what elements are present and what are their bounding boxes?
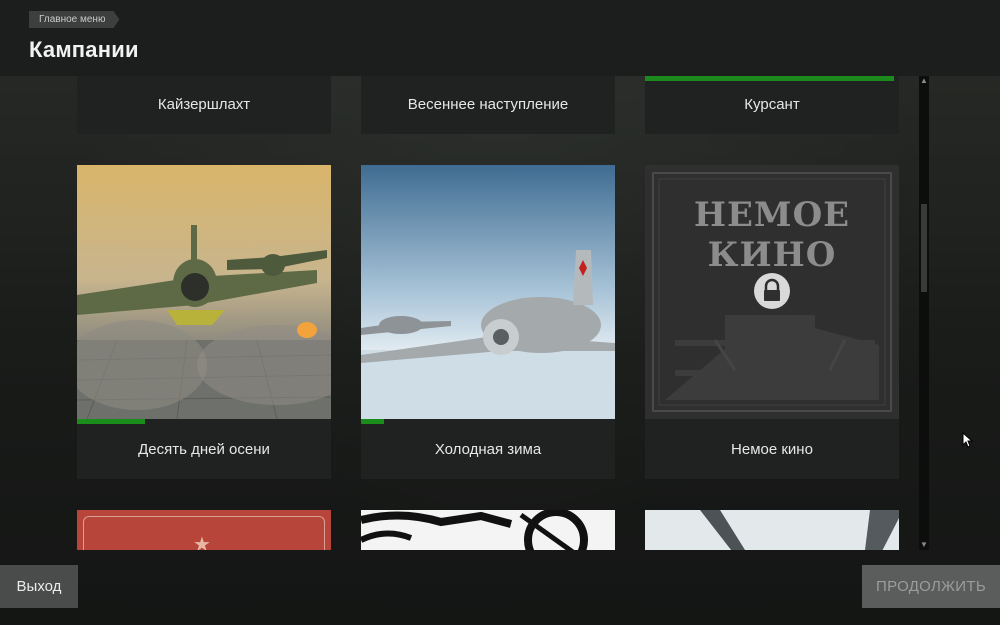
- campaign-image-ten-days-of-autumn: [77, 165, 331, 419]
- campaign-image-row3-2: [359, 508, 615, 550]
- campaign-grid: Кайзершлахт Весеннее наступление Курсант: [62, 76, 922, 550]
- scroll-up-icon[interactable]: ▲: [919, 76, 929, 86]
- campaign-image-silent-film: НЕМОЕ КИНО: [645, 165, 899, 419]
- campaign-card-silent-film[interactable]: НЕМОЕ КИНО Немое кино: [645, 165, 899, 479]
- campaign-scrollbar[interactable]: ▲ ▼: [919, 76, 929, 550]
- selected-indicator: [645, 76, 894, 81]
- campaign-image-cold-winter: [361, 165, 615, 419]
- campaign-card-row3-3[interactable]: [645, 510, 899, 550]
- campaign-progress-bar: [361, 419, 384, 424]
- campaign-card-cadet[interactable]: Курсант: [645, 76, 899, 134]
- campaign-card-row3-2[interactable]: [359, 508, 615, 550]
- campaign-card-ten-days-of-autumn[interactable]: Десять дней осени: [77, 165, 331, 479]
- campaign-card-kaiserschlacht[interactable]: Кайзершлахт: [77, 76, 331, 134]
- campaign-card-spring-offensive[interactable]: Весеннее наступление: [361, 76, 615, 134]
- poster-title: НЕМОЕ КИНО: [693, 195, 851, 275]
- continue-button[interactable]: ПРОДОЛЖИТЬ: [862, 565, 1000, 608]
- campaign-label: Десять дней осени: [138, 441, 270, 458]
- campaign-label: Немое кино: [731, 441, 813, 458]
- campaign-label: Весеннее наступление: [407, 96, 569, 113]
- scroll-down-icon[interactable]: ▼: [919, 540, 929, 550]
- cursor-icon: [962, 431, 974, 453]
- lock-icon: [754, 273, 790, 309]
- scroll-thumb[interactable]: [921, 204, 927, 292]
- page-title: Кампании: [29, 37, 139, 62]
- campaign-label: Кайзершлахт: [157, 96, 251, 113]
- breadcrumb-main-menu[interactable]: Главное меню: [29, 11, 119, 28]
- star-icon: ★: [193, 534, 211, 550]
- header: Главное меню Кампании: [0, 0, 1000, 76]
- campaign-progress-bar: [77, 419, 145, 424]
- campaign-image-row3-3: [645, 510, 899, 550]
- campaign-label: Курсант: [744, 96, 800, 113]
- exit-button[interactable]: Выход: [0, 565, 78, 608]
- campaign-label: Холодная зима: [434, 441, 542, 458]
- campaign-card-cold-winter[interactable]: Холодная зима: [361, 165, 615, 479]
- campaign-card-row3-1[interactable]: ★: [77, 510, 331, 550]
